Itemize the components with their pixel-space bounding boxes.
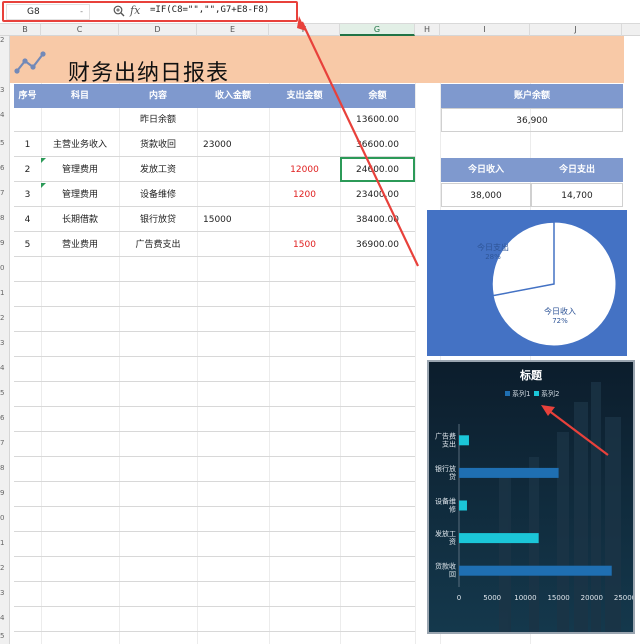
- arrow-line-2: [547, 409, 609, 456]
- arrowhead-1: [297, 16, 306, 31]
- annotation-arrows: [297, 16, 609, 456]
- arrow-line-1: [301, 21, 419, 267]
